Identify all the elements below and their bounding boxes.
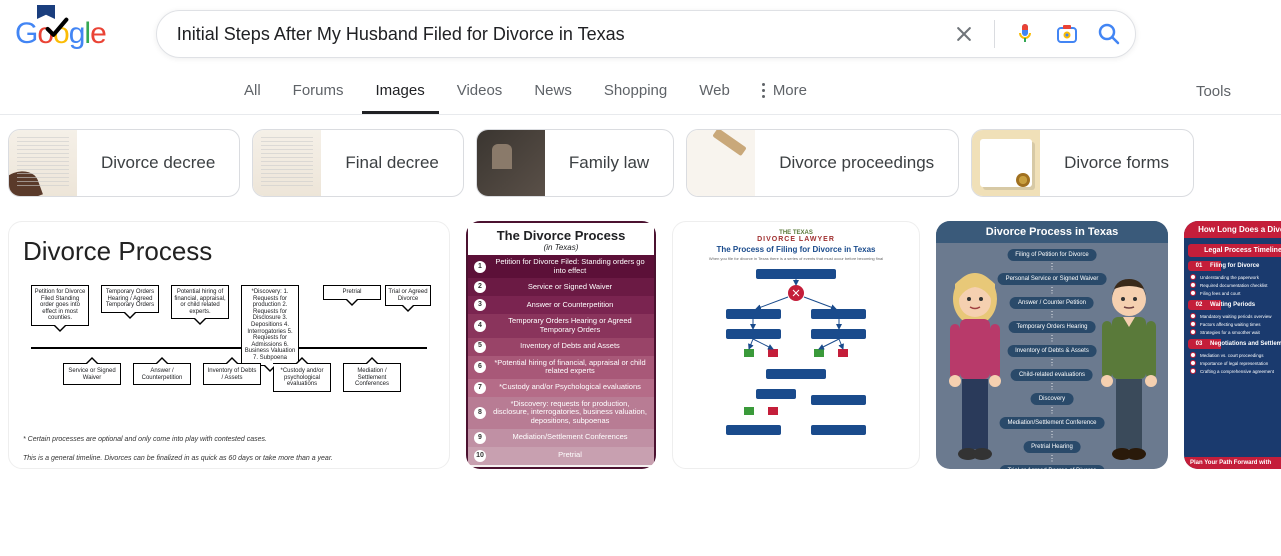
search-bar[interactable] bbox=[156, 10, 1136, 58]
search-icon[interactable] bbox=[1097, 22, 1121, 46]
chip-thumb bbox=[972, 129, 1040, 197]
more-dots-icon bbox=[762, 83, 765, 98]
tab-images[interactable]: Images bbox=[362, 68, 439, 114]
woman-icon bbox=[940, 269, 1010, 469]
card-subtitle: (in Texas) bbox=[472, 243, 650, 252]
chip-label: Divorce forms bbox=[1040, 153, 1193, 173]
tab-more[interactable]: More bbox=[748, 68, 821, 114]
related-chips: Divorce decree Final decree Family law D… bbox=[0, 115, 1281, 211]
tab-more-label: More bbox=[773, 82, 807, 99]
result-divorce-process-texas-list[interactable]: The Divorce Process (in Texas) 1Petition… bbox=[466, 221, 656, 469]
card-title: How Long Does a Divor bbox=[1184, 221, 1281, 238]
result-divorce-process-flowchart[interactable]: Divorce Process Petition for Divorce Fil… bbox=[8, 221, 450, 469]
tab-news[interactable]: News bbox=[520, 68, 586, 114]
chip-label: Family law bbox=[545, 153, 673, 173]
voice-search-icon[interactable] bbox=[1013, 22, 1037, 46]
card-title: The Divorce Process bbox=[472, 228, 650, 243]
chip-label: Final decree bbox=[321, 153, 463, 173]
search-input[interactable] bbox=[177, 24, 952, 45]
card-subtitle: Legal Process Timeline bbox=[1188, 244, 1281, 257]
flowchart-icon bbox=[681, 265, 911, 445]
chip-divorce-proceedings[interactable]: Divorce proceedings bbox=[686, 129, 959, 197]
result-timeline-infographic[interactable]: How Long Does a Divor Legal Process Time… bbox=[1184, 221, 1281, 469]
chip-thumb bbox=[687, 129, 755, 197]
checkmark-icon bbox=[43, 15, 71, 43]
card-footer: Plan Your Path Forward with bbox=[1184, 457, 1281, 469]
image-results: Divorce Process Petition for Divorce Fil… bbox=[0, 211, 1281, 479]
chip-family-law[interactable]: Family law bbox=[476, 129, 674, 197]
card-title: The Process of Filing for Divorce in Tex… bbox=[681, 245, 911, 254]
card-title: Divorce Process bbox=[23, 236, 435, 267]
tab-shopping[interactable]: Shopping bbox=[590, 68, 681, 114]
divider bbox=[994, 20, 995, 48]
search-tabs: All Forums Images Videos News Shopping W… bbox=[0, 68, 1281, 115]
chip-label: Divorce decree bbox=[77, 153, 239, 173]
clear-icon[interactable] bbox=[952, 22, 976, 46]
man-icon bbox=[1094, 269, 1164, 469]
tab-videos[interactable]: Videos bbox=[443, 68, 517, 114]
chip-thumb bbox=[253, 129, 321, 197]
brand-text: DIVORCE LAWYER bbox=[681, 236, 911, 243]
flowchart: Petition for Divorce Filed Standing orde… bbox=[23, 285, 435, 425]
steps-column: Filing of Petition for Divorce⋮Personal … bbox=[998, 249, 1107, 469]
chip-divorce-decree[interactable]: Divorce decree bbox=[8, 129, 240, 197]
google-logo[interactable]: Google bbox=[15, 17, 106, 51]
footnote: This is a general timeline. Divorces can… bbox=[23, 454, 435, 463]
result-divorce-process-cartoon[interactable]: Divorce Process in Texas Filing of Petit… bbox=[936, 221, 1168, 469]
image-search-icon[interactable] bbox=[1055, 22, 1079, 46]
card-title: Divorce Process in Texas bbox=[936, 221, 1168, 243]
chip-divorce-forms[interactable]: Divorce forms bbox=[971, 129, 1194, 197]
card-subtitle: When you file for divorce in Texas there… bbox=[681, 256, 911, 261]
chip-label: Divorce proceedings bbox=[755, 153, 958, 173]
tools-button[interactable]: Tools bbox=[1186, 69, 1241, 114]
tab-forums[interactable]: Forums bbox=[279, 68, 358, 114]
tab-web[interactable]: Web bbox=[685, 68, 744, 114]
chip-thumb bbox=[477, 129, 545, 197]
result-filing-process-infographic[interactable]: THE TEXAS DIVORCE LAWYER The Process of … bbox=[672, 221, 920, 469]
tab-all[interactable]: All bbox=[230, 68, 275, 114]
footnote: * Certain processes are optional and onl… bbox=[23, 435, 435, 444]
chip-final-decree[interactable]: Final decree bbox=[252, 129, 464, 197]
chip-thumb bbox=[9, 129, 77, 197]
